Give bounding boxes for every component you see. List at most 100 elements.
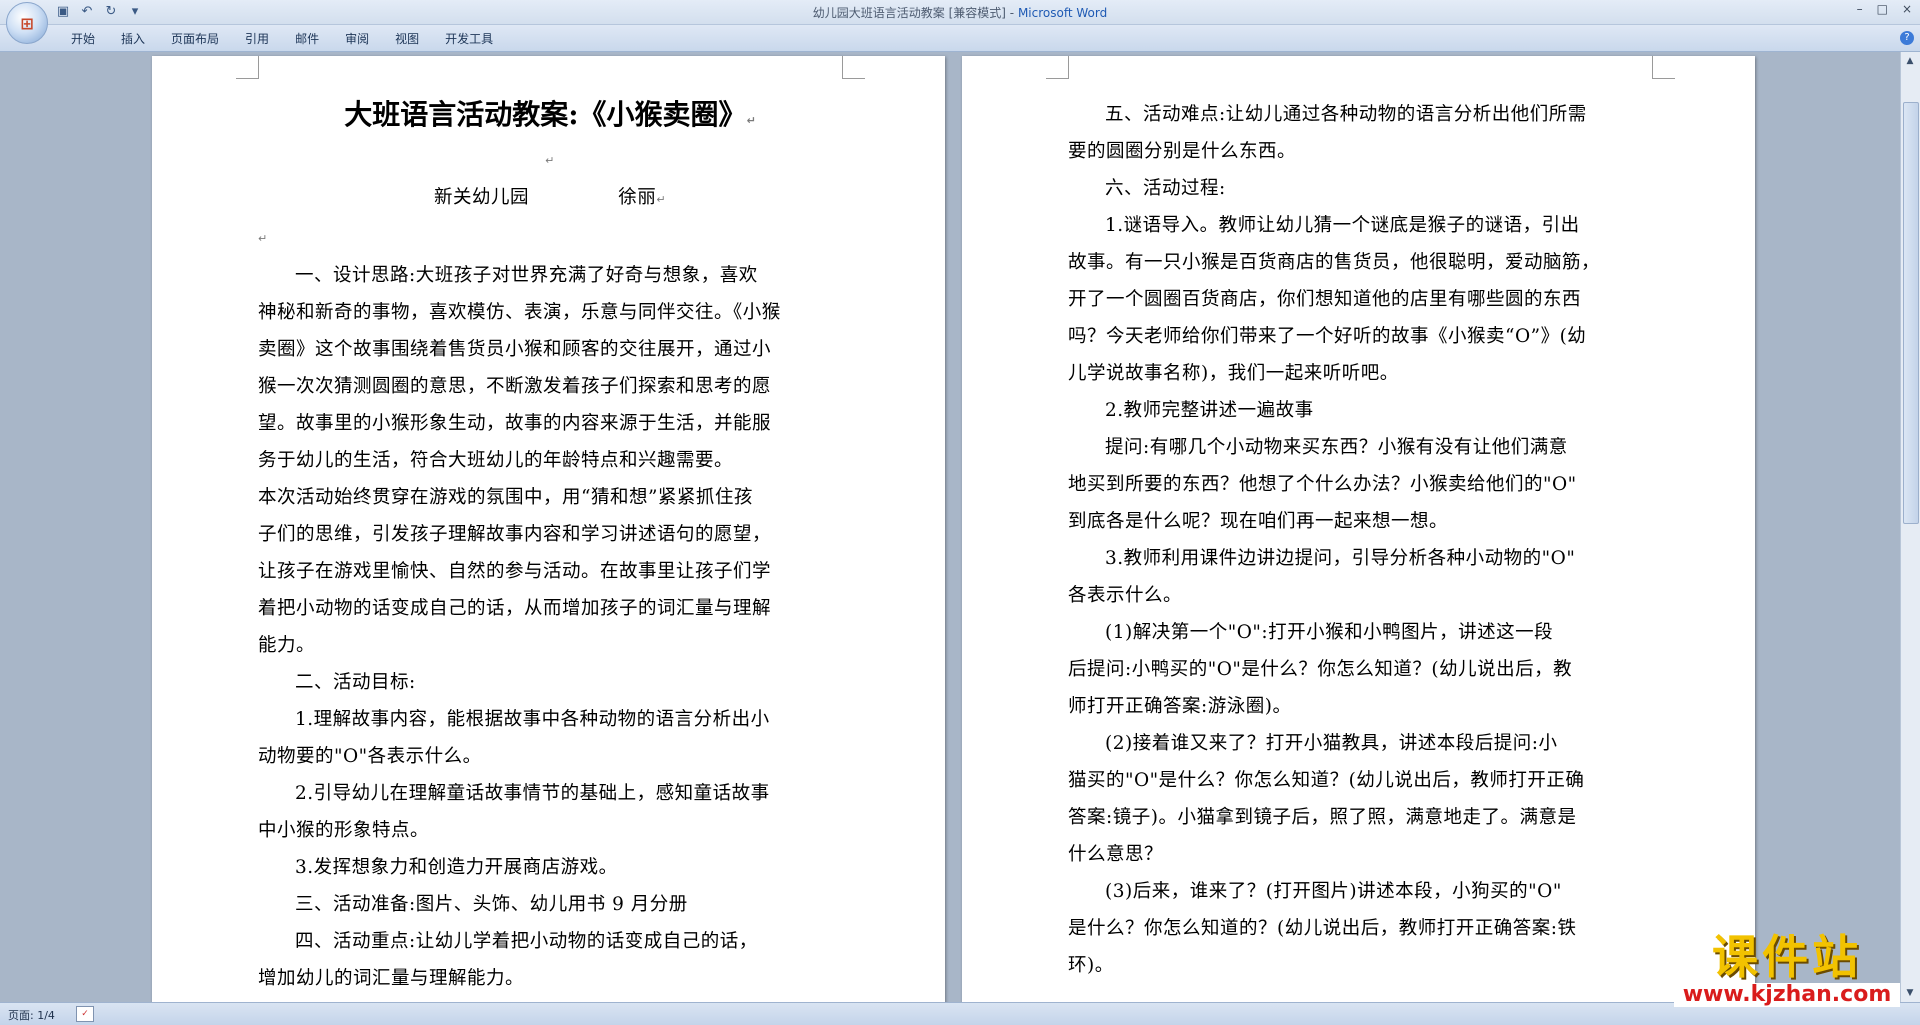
text-line: 2.教师完整讲述一遍故事 — [1068, 392, 1652, 429]
page-2-body: 五、活动难点:让幼儿通过各种动物的语言分析出他们所需要的圆圈分别是什么东西。六、… — [1068, 96, 1652, 984]
text-line-content: 猴一次次猜测圆圈的意思，不断激发着孩子们探索和思考的愿 — [258, 376, 772, 397]
text-line-content: 2.教师完整讲述一遍故事 — [1105, 400, 1314, 421]
text-line: 要的圆圈分别是什么东西。 — [1068, 133, 1652, 170]
tab-mailings[interactable]: 邮件 — [282, 30, 332, 48]
document-heading: 大班语言活动教案:《小猴卖圈》↵ — [258, 90, 842, 140]
text-line: 到底各是什么呢？现在咱们再一起来想一想。 — [1068, 503, 1652, 540]
author-text: 新关幼儿园 徐丽 — [433, 187, 657, 208]
tab-developer[interactable]: 开发工具 — [432, 30, 506, 48]
text-line-content: 师打开正确答案:游泳圈)。 — [1068, 696, 1292, 717]
spelling-check-icon[interactable]: ✓ — [76, 1006, 94, 1022]
vertical-scrollbar[interactable]: ▲ ▼ — [1900, 52, 1920, 1002]
text-line-content: 后提问:小鸭买的"O"是什么？你怎么知道？(幼儿说出后，教 — [1068, 659, 1573, 680]
office-logo-icon: ⊞ — [20, 13, 34, 33]
page-2-content: 五、活动难点:让幼儿通过各种动物的语言分析出他们所需要的圆圈分别是什么东西。六、… — [1068, 96, 1652, 984]
text-line-content: 开了一个圆圈百货商店，你们想知道他的店里有哪些圆的东西 — [1068, 289, 1582, 310]
window-title: 幼儿园大班语言活动教案 [兼容模式] - Microsoft Word — [0, 4, 1920, 21]
text-line-content: 答案:镜子)。小猫拿到镜子后，照了照，满意地走了。满意是 — [1068, 807, 1577, 828]
help-icon[interactable]: ? — [1900, 31, 1914, 45]
document-heading-text: 大班语言活动教案:《小猴卖圈》 — [344, 98, 747, 131]
empty-line: ↵ — [258, 232, 268, 245]
text-line: 子们的思维，引发孩子理解故事内容和学习讲述语句的愿望， — [258, 516, 842, 553]
text-line: 让孩子在游戏里愉快、自然的参与活动。在故事里让孩子们学 — [258, 553, 842, 590]
text-line-content: 二、活动目标: — [295, 672, 416, 693]
empty-line: ↵ — [545, 154, 555, 167]
title-bar: ▣ ↶ ↻ ▾ 幼儿园大班语言活动教案 [兼容模式] - Microsoft W… — [0, 0, 1920, 25]
text-line-content: 中小猴的形象特点。 — [258, 820, 430, 841]
text-line: 2.引导幼儿在理解童话故事情节的基础上，感知童话故事 — [258, 775, 842, 812]
text-line-content: 故事。有一只小猴是百货商店的售货员，他很聪明，爱动脑筋， — [1068, 252, 1601, 273]
tab-view[interactable]: 视图 — [382, 30, 432, 48]
text-line: 吗？今天老师给你们带来了一个好听的故事《小猴卖“O”》(幼 — [1068, 318, 1652, 355]
page-2[interactable]: 五、活动难点:让幼儿通过各种动物的语言分析出他们所需要的圆圈分别是什么东西。六、… — [962, 56, 1755, 1002]
text-line-content: 三、活动准备:图片、头饰、幼儿用书 9 月分册 — [295, 894, 688, 915]
minimize-icon[interactable]: – — [1857, 2, 1863, 16]
text-line-content: 四、活动重点:让幼儿学着把小动物的话变成自己的话， — [295, 931, 758, 952]
office-button[interactable]: ⊞ — [6, 2, 48, 44]
text-line-content: 神秘和新奇的事物，喜欢模仿、表演，乐意与同伴交往。《小猴 — [258, 302, 781, 323]
maximize-icon[interactable]: □ — [1877, 2, 1888, 16]
text-line-content: 着把小动物的话变成自己的话，从而增加孩子的词汇量与理解 — [258, 598, 772, 619]
text-line: 提问:有哪几个小动物来买东西？小猴有没有让他们满意 — [1068, 429, 1652, 466]
text-line-content: 子们的思维，引发孩子理解故事内容和学习讲述语句的愿望， — [258, 524, 772, 545]
text-line-content: 五、活动难点:让幼儿通过各种动物的语言分析出他们所需 — [1105, 104, 1587, 125]
text-line-content: 吗？今天老师给你们带来了一个好听的故事《小猴卖“O”》(幼 — [1068, 326, 1587, 347]
text-line: 本次活动始终贯穿在游戏的氛围中，用“猜和想”紧紧抓住孩 — [258, 479, 842, 516]
text-line: 故事。有一只小猴是百货商店的售货员，他很聪明，爱动脑筋， — [1068, 244, 1652, 281]
text-line: 动物要的"O"各表示什么。 — [258, 738, 842, 775]
text-line-content: 地买到所要的东西？他想了个什么办法？小猴卖给他们的"O" — [1068, 474, 1577, 495]
scroll-down-icon[interactable]: ▼ — [1903, 986, 1917, 1000]
status-bar: 页面: 1/4 ✓ — [0, 1002, 1920, 1025]
crop-mark-top-left — [236, 56, 259, 79]
text-line-content: 是什么？你怎么知道的？(幼儿说出后，教师打开正确答案:铁 — [1068, 918, 1577, 939]
document-area[interactable]: 大班语言活动教案:《小猴卖圈》↵ ↵ 新关幼儿园 徐丽 ↵ ↵ 一、设计思路:大班… — [0, 52, 1901, 1002]
tab-insert[interactable]: 插入 — [108, 30, 158, 48]
tab-page-layout[interactable]: 页面布局 — [158, 30, 232, 48]
app-name: Microsoft Word — [1017, 6, 1108, 20]
tab-home[interactable]: 开始 — [58, 30, 108, 48]
crop-mark-top-right — [842, 56, 865, 79]
text-line-content: 一、设计思路:大班孩子对世界充满了好奇与想象，喜欢 — [295, 265, 758, 286]
text-line: 一、设计思路:大班孩子对世界充满了好奇与想象，喜欢 — [258, 257, 842, 294]
text-line-content: 望。故事里的小猴形象生动，故事的内容来源于生活，并能服 — [258, 413, 772, 434]
text-line-content: 务于幼儿的生活，符合大班幼儿的年龄特点和兴趣需要。 — [258, 450, 734, 471]
text-line: 三、活动准备:图片、头饰、幼儿用书 9 月分册 — [258, 886, 842, 923]
text-line: 六、活动过程: — [1068, 170, 1652, 207]
text-line: (3)后来，谁来了？(打开图片)讲述本段，小狗买的"O" — [1068, 873, 1652, 910]
text-line: (2)接着谁又来了？打开小猫教具，讲述本段后提问:小 — [1068, 725, 1652, 762]
text-line-content: 六、活动过程: — [1105, 178, 1226, 199]
crop-mark-top-left — [1046, 56, 1069, 79]
close-icon[interactable]: × — [1902, 2, 1912, 16]
text-line: 3.发挥想象力和创造力开展商店游戏。 — [258, 849, 842, 886]
text-line: 中小猴的形象特点。 — [258, 812, 842, 849]
ribbon-tabs: 开始 插入 页面布局 引用 邮件 审阅 视图 开发工具 — [58, 30, 506, 48]
scroll-up-icon[interactable]: ▲ — [1903, 54, 1917, 68]
text-line: 着把小动物的话变成自己的话，从而增加孩子的词汇量与理解 — [258, 590, 842, 627]
window-controls: – □ × — [1857, 2, 1912, 16]
page-1[interactable]: 大班语言活动教案:《小猴卖圈》↵ ↵ 新关幼儿园 徐丽 ↵ ↵ 一、设计思路:大班… — [152, 56, 945, 1002]
text-line: 3.教师利用课件边讲边提问，引导分析各种小动物的"O" — [1068, 540, 1652, 577]
text-line-content: 动物要的"O"各表示什么。 — [258, 746, 482, 767]
ribbon-tab-bar: 开始 插入 页面布局 引用 邮件 审阅 视图 开发工具 ? — [0, 25, 1920, 52]
text-line-content: 各表示什么。 — [1068, 585, 1183, 606]
text-line: 能力。 — [258, 627, 842, 664]
text-line-content: 1.理解故事内容，能根据故事中各种动物的语言分析出小 — [295, 709, 770, 730]
text-line: 地买到所要的东西？他想了个什么办法？小猴卖给他们的"O" — [1068, 466, 1652, 503]
text-line-content: 儿学说故事名称)，我们一起来听听吧。 — [1068, 363, 1399, 384]
page-counter[interactable]: 页面: 1/4 — [8, 1007, 55, 1023]
text-line: 猫买的"O"是什么？你怎么知道？(幼儿说出后，教师打开正确 — [1068, 762, 1652, 799]
text-line: 各表示什么。 — [1068, 577, 1652, 614]
tab-references[interactable]: 引用 — [232, 30, 282, 48]
text-line: 增加幼儿的词汇量与理解能力。 — [258, 960, 842, 997]
tab-review[interactable]: 审阅 — [332, 30, 382, 48]
text-line: 神秘和新奇的事物，喜欢模仿、表演，乐意与同伴交往。《小猴 — [258, 294, 842, 331]
page-1-content: 大班语言活动教案:《小猴卖圈》↵ ↵ 新关幼儿园 徐丽 ↵ ↵ 一、设计思路:大班… — [258, 86, 842, 997]
text-line-content: (2)接着谁又来了？打开小猫教具，讲述本段后提问:小 — [1105, 733, 1558, 754]
text-line: 猴一次次猜测圆圈的意思，不断激发着孩子们探索和思考的愿 — [258, 368, 842, 405]
paragraph-mark: ↵ — [746, 114, 756, 127]
text-line-content: 环)。 — [1068, 955, 1114, 976]
text-line: 师打开正确答案:游泳圈)。 — [1068, 688, 1652, 725]
text-line-content: 1.谜语导入。教师让幼儿猜一个谜底是猴子的谜语，引出 — [1105, 215, 1580, 236]
text-line-content: (1)解决第一个"O":打开小猴和小鸭图片，讲述这一段 — [1105, 622, 1554, 643]
scrollbar-thumb[interactable] — [1903, 102, 1919, 524]
